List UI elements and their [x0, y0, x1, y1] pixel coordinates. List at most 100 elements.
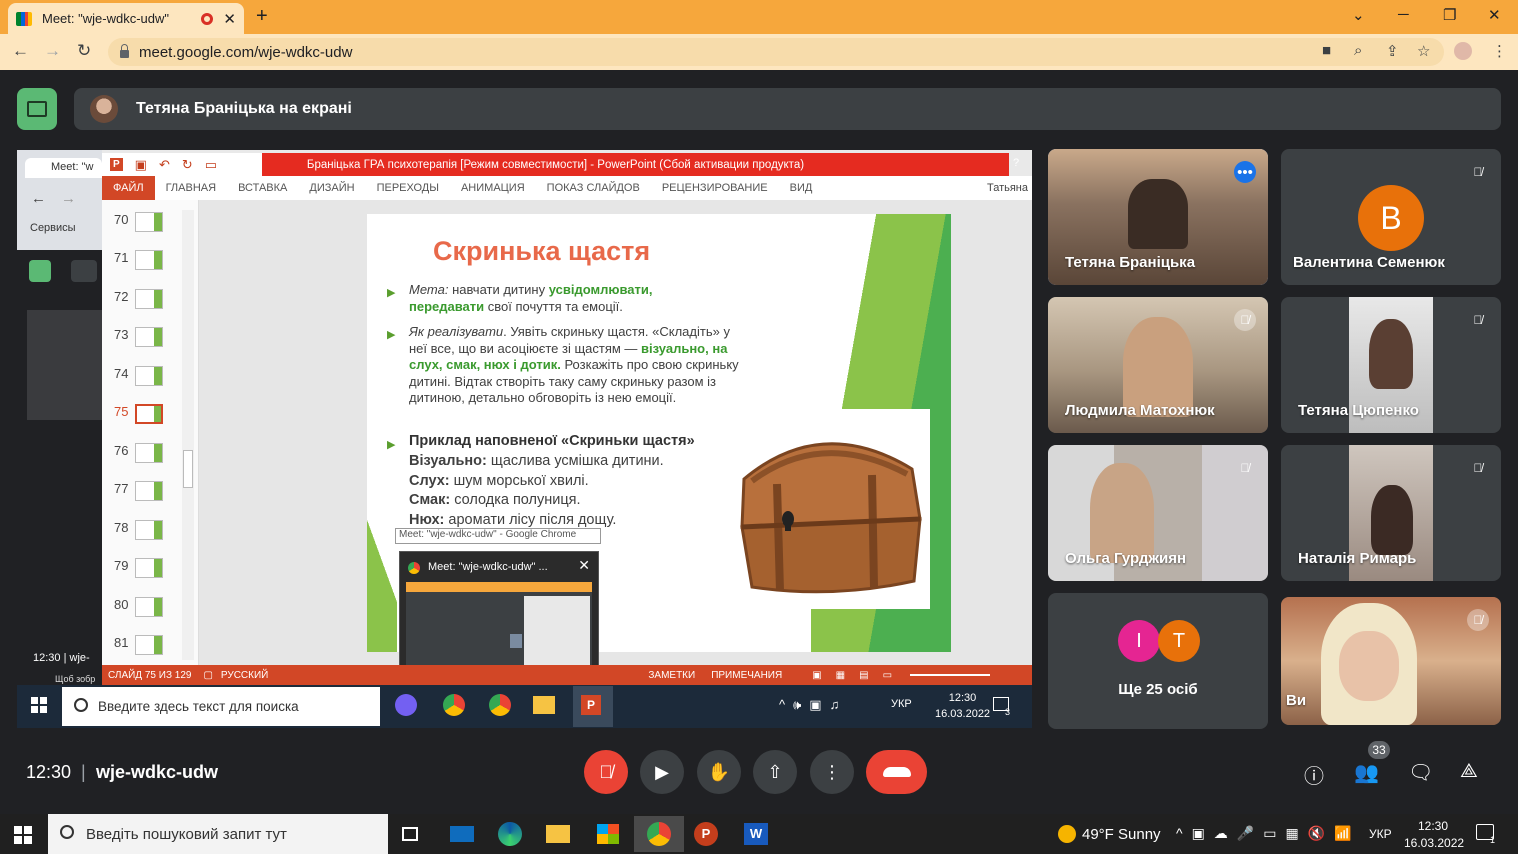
present-screen-icon: [27, 101, 47, 117]
taskbar-word[interactable]: W: [734, 816, 778, 852]
zoom-icon[interactable]: ⌕: [1354, 42, 1362, 59]
slide-thumbnail: [135, 443, 163, 463]
camera-icon: ▶︎: [655, 761, 669, 782]
participant-tile[interactable]: ••• Тетяна Браніцька: [1048, 149, 1268, 285]
treasure-chest-image: [722, 409, 930, 609]
view-buttons-icon: ▣▦▤▭: [812, 669, 907, 681]
kebab-menu-icon: ⋮: [823, 761, 841, 782]
comments-button: ПРИМЕЧАНИЯ: [711, 669, 783, 681]
more-participants-tile[interactable]: І Т Ще 25 осіб: [1048, 593, 1268, 729]
mic-toggle-button[interactable]: 🎙̸: [584, 750, 628, 794]
slide-thumbnail: [135, 481, 163, 501]
close-tab-icon[interactable]: ✕: [223, 10, 236, 28]
slide-thumbnail: [135, 520, 163, 540]
slide-thumbnail: [135, 327, 163, 347]
participant-name: Тетяна Браніцька: [1065, 254, 1196, 271]
maximize-button[interactable]: ❐: [1443, 6, 1456, 24]
thumb-number: 76: [114, 443, 129, 458]
participant-tile[interactable]: 🎙̸ Тетяна Цюпенко: [1281, 297, 1501, 433]
shared-preview-thumb: [27, 310, 102, 420]
chrome-icon: [443, 694, 465, 716]
participant-tile[interactable]: 🎙̸ Наталія Римарь: [1281, 445, 1501, 581]
powerpoint-ribbon: ФАЙЛ ГЛАВНАЯ ВСТАВКА ДИЗАЙН ПЕРЕХОДЫ АНИ…: [102, 176, 1032, 200]
notification-count: 1: [1490, 835, 1496, 845]
language-indicator[interactable]: УКР: [1369, 827, 1392, 841]
system-tray-icons[interactable]: ^▣☁🎤▭▦🔇📶: [1176, 825, 1361, 842]
taskbar-edge[interactable]: [488, 816, 532, 852]
close-window-button[interactable]: ✕: [1488, 6, 1501, 24]
new-tab-button[interactable]: +: [256, 5, 268, 28]
ribbon-tab-file: ФАЙЛ: [102, 176, 155, 200]
weather-widget[interactable]: 49°F Sunny: [1058, 825, 1161, 843]
back-arrow-icon[interactable]: ←: [12, 41, 29, 61]
task-view-button[interactable]: [388, 816, 432, 852]
raise-hand-button[interactable]: ✋: [697, 750, 741, 794]
participant-silhouette: [1090, 463, 1154, 563]
thumb-number: 70: [114, 212, 129, 227]
participant-tile[interactable]: 🎙̸ Ольга Гурджиян: [1048, 445, 1268, 581]
slide-green-decoration-left: [367, 514, 397, 652]
chrome-icon: [489, 694, 511, 716]
minimize-button[interactable]: ─: [1398, 6, 1409, 23]
participant-face: [1339, 631, 1399, 701]
powerpoint-user: Татьяна: [986, 182, 1028, 194]
forward-arrow-icon[interactable]: →: [44, 41, 61, 61]
shared-back-icon: ←: [31, 190, 46, 207]
taskbar-search-box[interactable]: Введіть пошуковий запит тут: [48, 814, 388, 854]
reload-icon[interactable]: ↻: [77, 41, 91, 61]
bookmark-star-icon[interactable]: ☆: [1417, 42, 1430, 60]
share-icon[interactable]: ⇪: [1386, 42, 1399, 60]
kebab-menu-icon[interactable]: ⋮: [1492, 42, 1507, 60]
slide-example-title: Приклад наповненої «Скриньки щастя»: [409, 433, 695, 449]
browser-tab-meet[interactable]: Meet: "wje-wdkc-udw" ✕: [8, 3, 244, 34]
file-explorer-icon: [546, 825, 570, 843]
participant-name: Тетяна Цюпенко: [1298, 402, 1419, 419]
slide-bullet-goal: Мета: навчати дитину усвідомлювати, пере…: [409, 282, 653, 314]
taskbar-store[interactable]: [586, 816, 630, 852]
participant-tile[interactable]: В 🎙̸ Валентина Семенюк: [1281, 149, 1501, 285]
presentation-layout-button[interactable]: [17, 88, 57, 130]
taskbar-chrome[interactable]: [634, 816, 684, 852]
ribbon-tab-home: ГЛАВНАЯ: [165, 182, 217, 194]
participant-name: Людмила Матохнюк: [1065, 402, 1215, 419]
windows-start-button[interactable]: [14, 826, 32, 844]
chrome-icon: [408, 562, 420, 574]
participant-name: Ольга Гурджиян: [1065, 550, 1187, 567]
profile-avatar[interactable]: [1454, 42, 1472, 60]
slide-counter: СЛАЙД 75 ИЗ 129: [108, 669, 192, 681]
popup-window-thumbnail: [406, 582, 592, 674]
undo-icon: ↶: [158, 156, 170, 172]
present-now-button[interactable]: ⇧: [753, 750, 797, 794]
slide-title: Скринька щастя: [433, 236, 651, 266]
file-explorer-icon: [533, 696, 555, 714]
mic-off-icon: 🎙̸: [599, 761, 613, 782]
shared-tray-language: УКР: [891, 698, 912, 710]
taskbar-clock[interactable]: 12:30 16.03.2022: [1404, 818, 1464, 852]
taskbar-powerpoint[interactable]: P: [684, 816, 728, 852]
more-options-button[interactable]: ⋮: [810, 750, 854, 794]
mic-off-icon: 🎙̸: [1234, 309, 1256, 331]
thumb-number-selected: 75: [114, 404, 129, 419]
edge-icon: [498, 822, 522, 846]
camera-icon[interactable]: ■: [1322, 42, 1331, 59]
meeting-info-icon[interactable]: ⓘ: [1304, 760, 1324, 789]
camera-toggle-button[interactable]: ▶︎: [640, 750, 684, 794]
example-row: Слух: шум морської хвилі.: [409, 472, 589, 489]
hang-up-icon: [882, 767, 911, 777]
tab-search-icon[interactable]: ⌄: [1352, 6, 1365, 24]
ribbon-tab-insert: ВСТАВКА: [238, 182, 288, 194]
activities-icon[interactable]: ⟁: [1460, 760, 1478, 783]
taskbar-mail[interactable]: [440, 816, 484, 852]
taskbar-file-explorer[interactable]: [536, 816, 580, 852]
chat-icon[interactable]: 🗨: [1408, 760, 1433, 785]
participant-tile[interactable]: 🎙̸ Людмила Матохнюк: [1048, 297, 1268, 433]
ribbon-tab-animation: АНИМАЦИЯ: [460, 182, 525, 194]
slide-thumbnail: [135, 597, 163, 617]
leave-call-button[interactable]: [866, 750, 927, 794]
people-icon[interactable]: 👥: [1354, 760, 1379, 785]
address-bar[interactable]: meet.google.com/wje-wdkc-udw: [108, 38, 1444, 66]
shared-screen: Meet: "w ← → Сервисы 12:30 | wje- Щоб зо…: [17, 150, 1032, 728]
mic-off-icon: 🎙̸: [1473, 165, 1483, 179]
self-view-tile[interactable]: 🎙̸ Ви: [1281, 597, 1501, 725]
more-options-icon[interactable]: •••: [1234, 161, 1256, 183]
